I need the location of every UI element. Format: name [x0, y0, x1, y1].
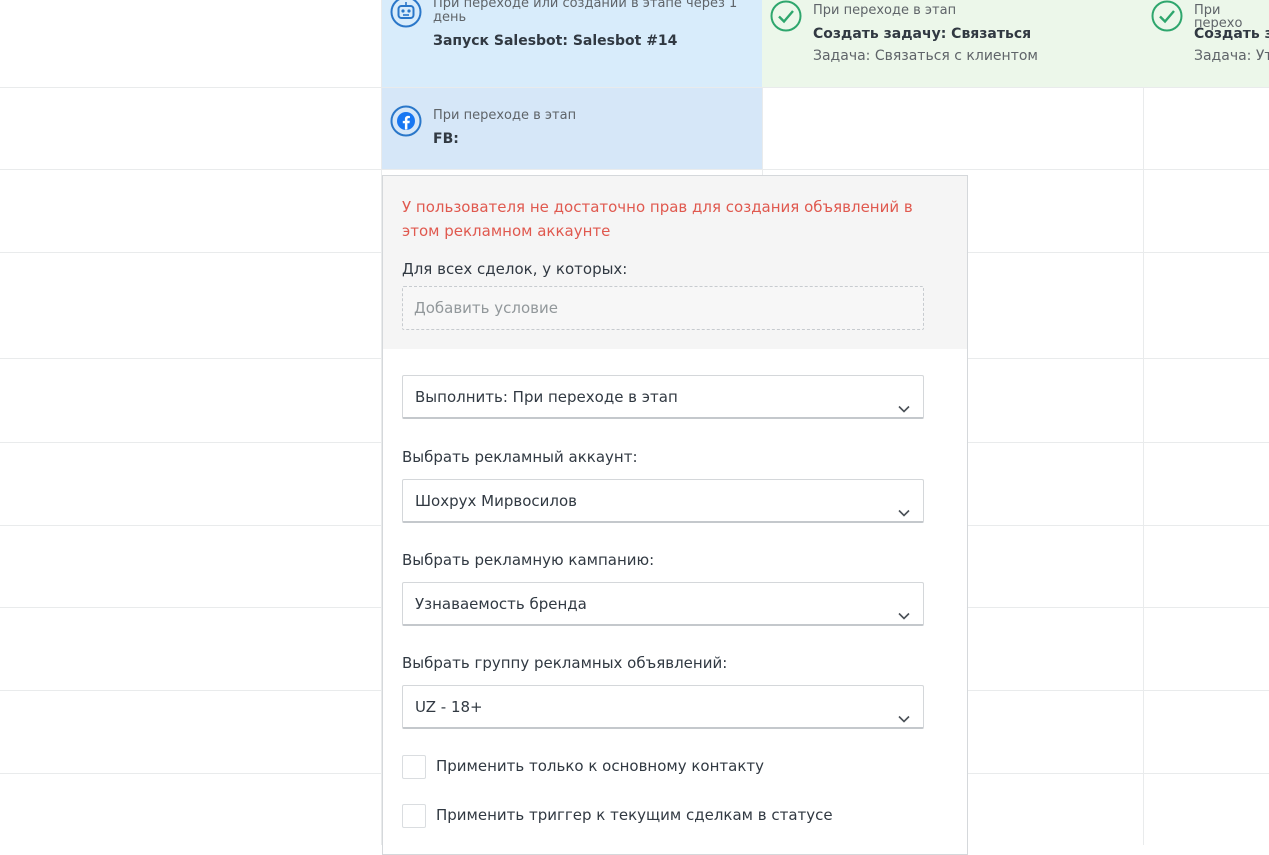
current-deals-checkbox-label: Применить триггер к текущим сделкам в ст…	[436, 806, 833, 824]
main-contact-checkbox-label: Применить только к основному контакту	[436, 757, 765, 775]
adgroup-value: UZ - 18+	[415, 698, 483, 716]
current-deals-checkbox[interactable]	[402, 804, 426, 828]
chevron-down-icon	[897, 597, 911, 620]
permission-error-message: У пользователя не достаточно прав для со…	[402, 198, 913, 240]
trigger-card-salesbot[interactable]: При переходе или создании в этапе через …	[382, 0, 762, 87]
chevron-down-icon	[897, 494, 911, 517]
trigger-title: FB:	[433, 131, 459, 147]
campaign-label: Выбрать рекламную кампанию:	[402, 551, 655, 569]
ad-account-select[interactable]: Шохрух Мирвосилов	[402, 479, 924, 523]
adgroup-select[interactable]: UZ - 18+	[402, 685, 924, 729]
ad-account-label: Выбрать рекламный аккаунт:	[402, 448, 638, 466]
trigger-caption: При переходе или создании в этапе через …	[433, 0, 738, 11]
campaign-select[interactable]: Узнаваемость бренда	[402, 582, 924, 626]
add-condition-input[interactable]: Добавить условие	[402, 286, 924, 330]
fb-trigger-settings-popup: У пользователя не достаточно прав для со…	[382, 175, 968, 855]
robot-icon	[390, 0, 422, 28]
trigger-subtitle: Задача: Связаться с клиентом	[813, 48, 1038, 64]
trigger-card-fb[interactable]: При переходе в этап FB:	[382, 88, 762, 169]
trigger-caption-continued: день	[433, 10, 467, 25]
check-circle-icon	[770, 0, 802, 32]
trigger-subtitle: Задача: Ут	[1194, 48, 1269, 64]
trigger-caption: При переходе в этап	[813, 3, 957, 18]
main-contact-checkbox[interactable]	[402, 755, 426, 779]
trigger-title: Создать за	[1194, 26, 1269, 42]
grid-column-line	[1143, 0, 1144, 845]
check-circle-icon	[1151, 0, 1183, 32]
campaign-value: Узнаваемость бренда	[415, 595, 587, 613]
trigger-title: Создать задачу: Связаться	[813, 26, 1032, 42]
facebook-icon	[390, 105, 422, 137]
trigger-title: Запуск Salesbot: Salesbot #14	[433, 33, 678, 49]
grid-line	[0, 169, 1269, 170]
ad-account-value: Шохрух Мирвосилов	[415, 492, 577, 510]
adgroup-label: Выбрать группу рекламных объявлений:	[402, 654, 728, 672]
trigger-card-task[interactable]: При переходе в этап Создать задачу: Связ…	[762, 0, 1143, 87]
trigger-caption: При переходе в этап	[433, 108, 577, 123]
chevron-down-icon	[897, 700, 911, 723]
execute-select-value: Выполнить: При переходе в этап	[415, 388, 678, 406]
trigger-card-task-2[interactable]: При перехо Создать за Задача: Ут	[1143, 0, 1269, 87]
popup-condition-section: У пользователя не достаточно прав для со…	[383, 176, 967, 349]
chevron-down-icon	[897, 390, 911, 413]
execute-select[interactable]: Выполнить: При переходе в этап	[402, 375, 924, 419]
condition-label: Для всех сделок, у которых:	[402, 260, 628, 278]
